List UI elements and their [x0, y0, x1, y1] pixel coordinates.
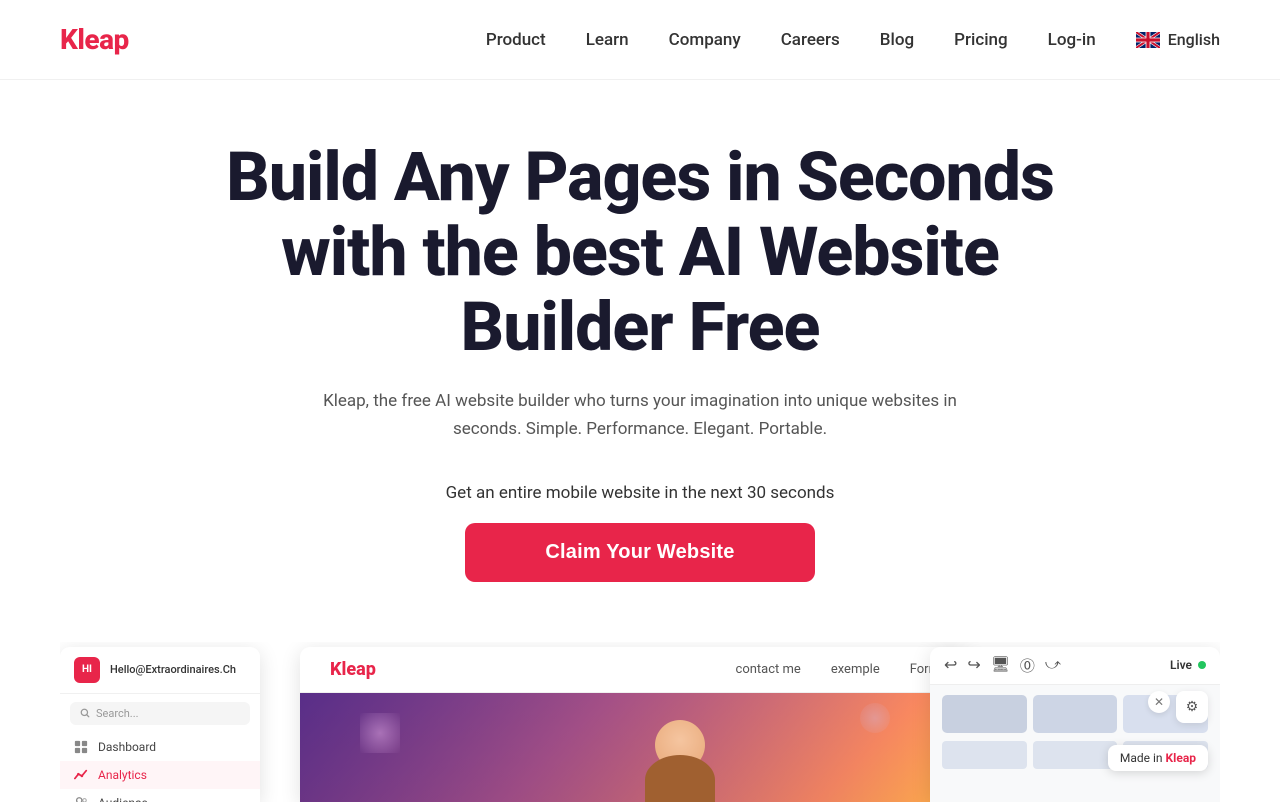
user-email: Hello@Extraordinaires.Ch	[110, 663, 236, 676]
nav-product[interactable]: Product	[486, 30, 546, 50]
help-icon[interactable]: ⓪	[1020, 655, 1035, 676]
template-thumb-5[interactable]	[1033, 741, 1118, 769]
user-avatar: HI	[74, 657, 100, 683]
header: Kleap Product Learn Company Careers Blog…	[0, 0, 1280, 80]
undo-icon[interactable]: ↩	[944, 655, 957, 676]
desktop-icon[interactable]: 🖥	[991, 655, 1010, 676]
website-preview: Kleap contact me exemple Form	[300, 647, 970, 802]
particle-2	[860, 703, 890, 733]
sidebar-label-analytics: Analytics	[98, 768, 147, 782]
logo[interactable]: Kleap	[60, 23, 129, 56]
nav-pricing[interactable]: Pricing	[954, 30, 1008, 50]
preview-section: HI Hello@Extraordinaires.Ch Search... Da…	[60, 642, 1220, 802]
main-nav: Product Learn Company Careers Blog Prici…	[486, 30, 1220, 50]
website-navbar: Kleap contact me exemple Form	[300, 647, 970, 693]
sidebar-item-audience[interactable]: Audience	[60, 789, 260, 802]
nav-login[interactable]: Log-in	[1048, 30, 1096, 50]
users-icon	[74, 796, 88, 802]
sidebar-label-audience: Audience	[98, 796, 148, 802]
website-hero-image	[300, 693, 970, 802]
website-logo: Kleap	[330, 659, 376, 680]
nav-company[interactable]: Company	[669, 30, 741, 50]
language-selector[interactable]: English	[1136, 30, 1220, 49]
settings-button[interactable]: ⚙	[1176, 691, 1208, 723]
language-label: English	[1168, 30, 1220, 49]
template-thumb-1[interactable]	[942, 695, 1027, 733]
hero-cta-text: Get an entire mobile website in the next…	[20, 483, 1260, 503]
chart-icon	[74, 768, 88, 782]
close-panel-button[interactable]: ✕	[1148, 691, 1170, 713]
hero-title: Build Any Pages in Seconds with the best…	[190, 140, 1090, 364]
made-in-brand: Kleap	[1166, 751, 1196, 765]
person-figure	[645, 715, 715, 802]
editor-toolbar: ↩ ↪ 🖥 ⓪ ⤻ Live	[930, 647, 1220, 685]
toolbar-controls: ↩ ↪ 🖥 ⓪ ⤻	[944, 655, 1061, 676]
nav-blog[interactable]: Blog	[880, 30, 914, 50]
flag-icon	[1136, 32, 1160, 48]
editor-preview: ↩ ↪ 🖥 ⓪ ⤻ Live ✕ ⚙	[930, 647, 1220, 802]
share-icon[interactable]: ⤻	[1045, 655, 1061, 676]
website-nav-exemple: exemple	[831, 662, 880, 677]
hero-section: Build Any Pages in Seconds with the best…	[0, 80, 1280, 612]
website-nav-contact: contact me	[736, 662, 801, 677]
template-thumb-2[interactable]	[1033, 695, 1118, 733]
made-in-badge: Made in Kleap	[1108, 745, 1208, 771]
template-thumb-4[interactable]	[942, 741, 1027, 769]
website-nav-links: contact me exemple Form	[736, 662, 940, 677]
sidebar-header: HI Hello@Extraordinaires.Ch	[60, 647, 260, 694]
sidebar-label-dashboard: Dashboard	[98, 740, 156, 754]
search-placeholder: Search...	[96, 707, 139, 720]
editor-content: ✕ ⚙ Made in Kleap	[930, 685, 1220, 779]
sidebar-search[interactable]: Search...	[70, 702, 250, 725]
redo-icon[interactable]: ↪	[967, 655, 980, 676]
claim-website-button[interactable]: Claim Your Website	[465, 523, 814, 582]
live-indicator	[1198, 661, 1206, 669]
made-in-text: Made in	[1120, 751, 1166, 765]
nav-careers[interactable]: Careers	[781, 30, 840, 50]
sidebar-item-analytics[interactable]: Analytics	[60, 761, 260, 789]
hero-subtitle: Kleap, the free AI website builder who t…	[300, 388, 980, 442]
live-badge: Live	[1170, 658, 1206, 672]
grid-icon	[74, 740, 88, 754]
sidebar-preview: HI Hello@Extraordinaires.Ch Search... Da…	[60, 647, 260, 802]
search-icon	[80, 708, 90, 718]
live-label: Live	[1170, 658, 1192, 672]
sidebar-item-dashboard[interactable]: Dashboard	[60, 733, 260, 761]
nav-learn[interactable]: Learn	[586, 30, 629, 50]
particle-1	[360, 713, 400, 753]
